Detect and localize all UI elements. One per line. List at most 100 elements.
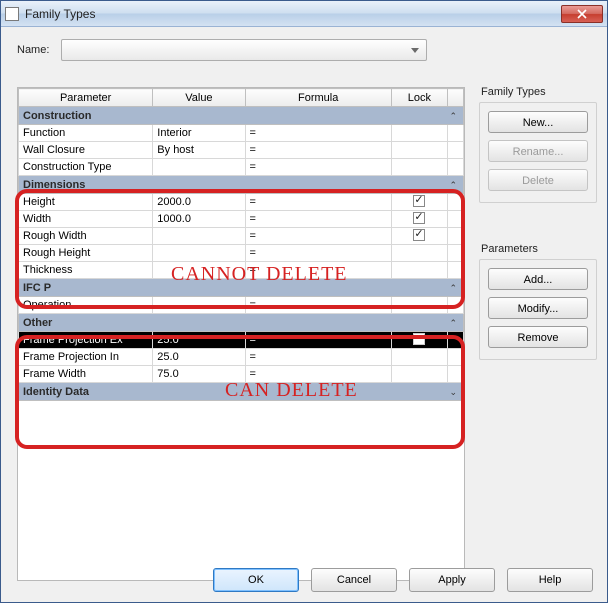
cell-lock[interactable] [391, 211, 447, 228]
group-label: Construction [23, 110, 91, 122]
group-identity[interactable]: Identity Data⌄ [19, 383, 464, 401]
cell-formula[interactable]: = [245, 228, 391, 245]
cell-value[interactable]: 75.0 [153, 366, 245, 383]
cell-lock[interactable] [391, 125, 447, 142]
cell-value[interactable]: By host [153, 142, 245, 159]
cell-param[interactable]: Frame Width [19, 366, 153, 383]
remove-parameter-button[interactable]: Remove [488, 326, 588, 348]
cell-param[interactable]: Thickness [19, 262, 153, 279]
grid-header: Parameter Value Formula Lock [19, 89, 464, 107]
hdr-formula[interactable]: Formula [245, 89, 391, 107]
cell-formula[interactable]: = [245, 332, 391, 349]
table-row[interactable]: Thickness = [19, 262, 464, 279]
table-row-selected[interactable]: Frame Projection Ex 25.0 = [19, 332, 464, 349]
cell-value[interactable]: 25.0 [153, 332, 245, 349]
table-row[interactable]: Height 2000.0 = [19, 194, 464, 211]
cell-value[interactable]: 1000.0 [153, 211, 245, 228]
hdr-gutter [447, 89, 463, 107]
cell-param[interactable]: Rough Height [19, 245, 153, 262]
cell-param[interactable]: Width [19, 211, 153, 228]
table-row[interactable]: Width 1000.0 = [19, 211, 464, 228]
cell-value[interactable]: 25.0 [153, 349, 245, 366]
group-ifc[interactable]: IFC P⌃ [19, 279, 464, 297]
cell-formula[interactable]: = [245, 125, 391, 142]
cell-formula[interactable]: = [245, 262, 391, 279]
cell-value[interactable] [153, 245, 245, 262]
hdr-lock[interactable]: Lock [391, 89, 447, 107]
family-types-dialog: Family Types Name: Parameter Value Formu… [0, 0, 608, 603]
cell-param[interactable]: Construction Type [19, 159, 153, 176]
window-title: Family Types [25, 7, 95, 21]
group-dimensions[interactable]: Dimensions ⌃ [19, 176, 464, 194]
new-type-button[interactable]: New... [488, 111, 588, 133]
cell-value[interactable] [153, 297, 245, 314]
cell-formula[interactable]: = [245, 297, 391, 314]
chevron-up-icon: ⌃ [449, 180, 457, 191]
apply-button[interactable]: Apply [409, 568, 495, 592]
cell-value[interactable]: 2000.0 [153, 194, 245, 211]
cell-param[interactable]: Wall Closure [19, 142, 153, 159]
lock-checkbox[interactable] [413, 212, 425, 224]
table-row[interactable]: Frame Width 75.0 = [19, 366, 464, 383]
cell-param[interactable]: Rough Width [19, 228, 153, 245]
parameters-grid[interactable]: Parameter Value Formula Lock Constructio… [17, 87, 465, 581]
name-label: Name: [17, 44, 49, 56]
cell-formula[interactable]: = [245, 211, 391, 228]
cell-param[interactable]: Height [19, 194, 153, 211]
cell-lock[interactable] [391, 349, 447, 366]
cell-value[interactable] [153, 159, 245, 176]
hdr-value[interactable]: Value [153, 89, 245, 107]
name-dropdown[interactable] [61, 39, 427, 61]
group-label: Identity Data [23, 386, 89, 398]
titlebar[interactable]: Family Types [1, 1, 607, 27]
cell-formula[interactable]: = [245, 245, 391, 262]
cell-lock[interactable] [391, 159, 447, 176]
table-row[interactable]: Construction Type = [19, 159, 464, 176]
cell-param[interactable]: Operation [19, 297, 153, 314]
table-row[interactable]: Frame Projection In 25.0 = [19, 349, 464, 366]
lock-checkbox[interactable] [413, 195, 425, 207]
table-row[interactable]: Function Interior = [19, 125, 464, 142]
table-row[interactable]: Operation = [19, 297, 464, 314]
cell-lock[interactable] [391, 194, 447, 211]
table-row[interactable]: Rough Height = [19, 245, 464, 262]
close-button[interactable] [561, 5, 603, 23]
cell-param[interactable]: Frame Projection Ex [19, 332, 153, 349]
cell-param[interactable]: Frame Projection In [19, 349, 153, 366]
group-other[interactable]: Other⌃ [19, 314, 464, 332]
cell-formula[interactable]: = [245, 366, 391, 383]
hdr-parameter[interactable]: Parameter [19, 89, 153, 107]
table-row[interactable]: Rough Width = [19, 228, 464, 245]
app-icon [5, 7, 19, 21]
cell-value[interactable] [153, 228, 245, 245]
cell-value[interactable] [153, 262, 245, 279]
delete-type-button[interactable]: Delete [488, 169, 588, 191]
cell-value[interactable]: Interior [153, 125, 245, 142]
cell-formula[interactable]: = [245, 142, 391, 159]
add-parameter-button[interactable]: Add... [488, 268, 588, 290]
cancel-button[interactable]: Cancel [311, 568, 397, 592]
rename-type-button[interactable]: Rename... [488, 140, 588, 162]
close-icon [577, 9, 587, 19]
help-button[interactable]: Help [507, 568, 593, 592]
lock-checkbox[interactable] [413, 229, 425, 241]
cell-lock[interactable] [391, 228, 447, 245]
cell-lock[interactable] [391, 332, 447, 349]
cell-formula[interactable]: = [245, 194, 391, 211]
chevron-up-icon: ⌃ [449, 111, 457, 122]
cell-param[interactable]: Function [19, 125, 153, 142]
group-label: Dimensions [23, 179, 85, 191]
cell-formula[interactable]: = [245, 349, 391, 366]
lock-checkbox[interactable] [413, 333, 425, 345]
cell-lock[interactable] [391, 297, 447, 314]
ok-button[interactable]: OK [213, 568, 299, 592]
cell-lock[interactable] [391, 366, 447, 383]
cell-lock[interactable] [391, 262, 447, 279]
dialog-content: Name: Parameter Value Formula Lock Const… [1, 27, 607, 602]
cell-lock[interactable] [391, 245, 447, 262]
cell-lock[interactable] [391, 142, 447, 159]
group-construction[interactable]: Construction ⌃ [19, 107, 464, 125]
modify-parameter-button[interactable]: Modify... [488, 297, 588, 319]
table-row[interactable]: Wall Closure By host = [19, 142, 464, 159]
cell-formula[interactable]: = [245, 159, 391, 176]
